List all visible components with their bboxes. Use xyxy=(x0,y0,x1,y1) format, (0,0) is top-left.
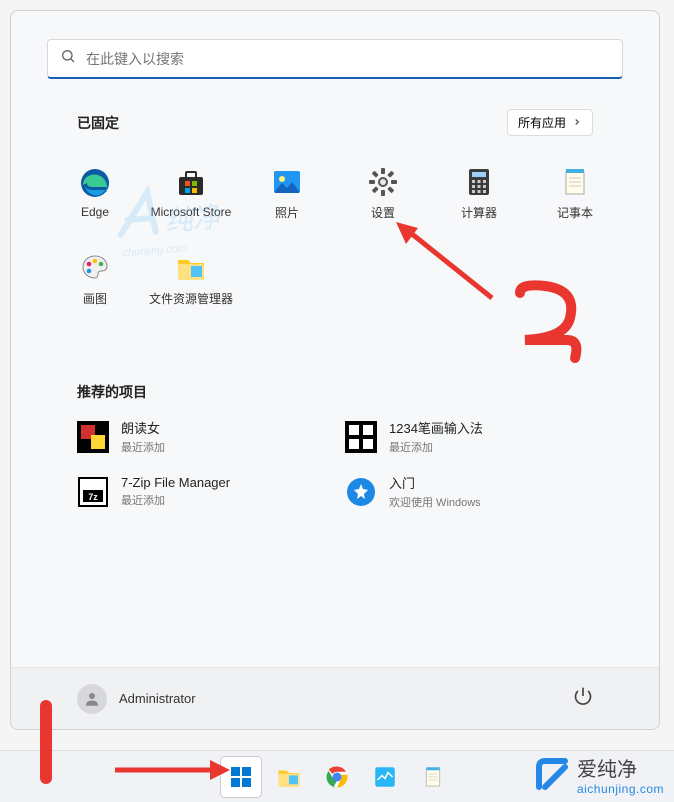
app-paint[interactable]: 画图 xyxy=(47,236,143,322)
file-explorer-icon xyxy=(175,252,207,284)
recommended-item[interactable]: 入门 欢迎使用 Windows xyxy=(345,473,593,510)
app-calculator[interactable]: 计算器 xyxy=(431,150,527,236)
app-label: 记事本 xyxy=(557,204,593,221)
7zip-icon: 7z xyxy=(77,476,109,508)
rec-title: 入门 xyxy=(389,473,481,492)
search-icon xyxy=(60,48,86,69)
bihua-input-icon xyxy=(345,421,377,453)
rec-subtitle: 最近添加 xyxy=(121,439,165,455)
chevron-right-icon xyxy=(572,116,582,130)
calculator-icon xyxy=(463,166,495,198)
app-label: 文件资源管理器 xyxy=(149,290,233,307)
taskbar-notepad[interactable] xyxy=(413,757,453,797)
all-apps-label: 所有应用 xyxy=(518,114,566,131)
app-label: 计算器 xyxy=(461,204,497,221)
get-started-icon xyxy=(345,476,377,508)
app-notepad[interactable]: 记事本 xyxy=(527,150,623,236)
user-bar: Administrator xyxy=(11,667,659,729)
edge-icon xyxy=(79,167,111,199)
start-menu: 已固定 所有应用 Edge Microsoft Store xyxy=(10,10,660,730)
notepad-icon xyxy=(559,166,591,198)
app-file-explorer[interactable]: 文件资源管理器 xyxy=(143,236,239,322)
recommended-item[interactable]: 朗读女 最近添加 xyxy=(77,418,325,455)
app-label: 设置 xyxy=(371,204,395,221)
app-label: 照片 xyxy=(275,204,299,221)
taskbar-chrome[interactable] xyxy=(317,757,357,797)
store-icon xyxy=(175,167,207,199)
all-apps-button[interactable]: 所有应用 xyxy=(507,109,593,136)
app-photos[interactable]: 照片 xyxy=(239,150,335,236)
app-label: Edge xyxy=(81,205,109,219)
taskbar-start-button[interactable] xyxy=(221,757,261,797)
recommended-item[interactable]: 7z 7-Zip File Manager 最近添加 xyxy=(77,473,325,510)
taskbar xyxy=(0,750,674,802)
taskbar-monitor[interactable] xyxy=(365,757,405,797)
recommended-item[interactable]: 1234笔画输入法 最近添加 xyxy=(345,418,593,455)
app-edge[interactable]: Edge xyxy=(47,150,143,236)
power-button[interactable] xyxy=(573,686,593,711)
settings-icon xyxy=(367,166,399,198)
recommended-title: 推荐的项目 xyxy=(77,382,147,402)
user-avatar[interactable] xyxy=(77,684,107,714)
paint-icon xyxy=(79,252,111,284)
app-label: 画图 xyxy=(83,290,107,307)
rec-title: 7-Zip File Manager xyxy=(121,475,230,490)
rec-subtitle: 最近添加 xyxy=(389,439,483,455)
rec-title: 朗读女 xyxy=(121,418,165,437)
app-label: Microsoft Store xyxy=(151,205,232,219)
search-bar[interactable] xyxy=(47,39,623,79)
app-microsoft-store[interactable]: Microsoft Store xyxy=(143,150,239,236)
pinned-title: 已固定 xyxy=(77,113,119,133)
rec-subtitle: 欢迎使用 Windows xyxy=(389,494,481,510)
recommended-grid: 朗读女 最近添加 1234笔画输入法 最近添加 7z 7-Zip File Ma… xyxy=(77,418,593,510)
pinned-apps-grid: Edge Microsoft Store 照片 设置 计算器 xyxy=(47,150,623,322)
photos-icon xyxy=(271,166,303,198)
user-name[interactable]: Administrator xyxy=(119,691,196,706)
svg-text:7z: 7z xyxy=(88,492,98,502)
langdunv-icon xyxy=(77,421,109,453)
taskbar-file-explorer[interactable] xyxy=(269,757,309,797)
search-input[interactable] xyxy=(86,51,610,67)
app-settings[interactable]: 设置 xyxy=(335,150,431,236)
rec-title: 1234笔画输入法 xyxy=(389,418,483,437)
rec-subtitle: 最近添加 xyxy=(121,492,230,508)
